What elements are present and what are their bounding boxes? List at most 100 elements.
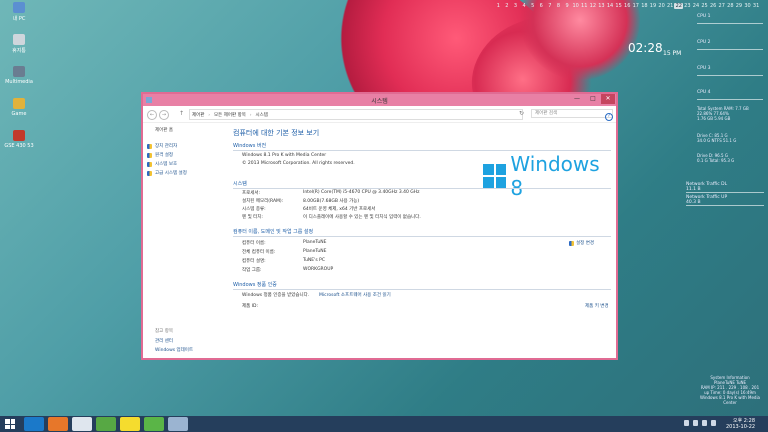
taskbar-green-app-icon[interactable] [144, 417, 164, 431]
change-settings-link[interactable]: 설정 변경 [569, 240, 594, 246]
computer-value: TuNE's PC [303, 258, 325, 263]
calendar-day: 9 [565, 3, 569, 9]
task-system-protection[interactable]: 시스템 보호 [147, 161, 177, 167]
shield-icon [147, 152, 152, 158]
task-advanced-settings[interactable]: 고급 시스템 설정 [147, 170, 187, 176]
folder-icon [13, 66, 25, 77]
breadcrumb-item[interactable]: 시스템 [255, 112, 267, 118]
desktop-icon-recycle-bin[interactable]: 휴지통 [3, 34, 35, 54]
desktop-icon-my-pc[interactable]: 내 PC [3, 2, 35, 22]
control-panel-home-link[interactable]: 제어판 홈 [155, 127, 173, 133]
left-pane: 제어판 홈 장치 관리자 원격 설정 시스템 보호 고급 시스템 설정 참고 항… [143, 122, 223, 358]
network-upload-gadget: Network Traffic UP 40.3 B [686, 195, 764, 206]
calendar-day: 17 [632, 3, 639, 9]
task-device-manager[interactable]: 장치 관리자 [147, 143, 177, 149]
calendar-day: 30 [744, 3, 751, 9]
search-input[interactable]: 제어판 검색 [531, 109, 613, 118]
clock-time: 02:28 [628, 41, 663, 55]
tray-arrow-icon[interactable] [684, 420, 689, 426]
window-title: 시스템 [371, 98, 388, 105]
computer-value: PlaneTuNE [303, 240, 327, 245]
license-terms-link[interactable]: Microsoft 소프트웨어 사용 조건 읽기 [319, 292, 391, 298]
calendar-day: 10 [572, 3, 579, 9]
desktop-icon-gse[interactable]: GSE 430 53 [3, 130, 35, 149]
calendar-day: 18 [641, 3, 648, 9]
calendar-day: 23 [684, 3, 691, 9]
computer-label: 전체 컴퓨터 이름: [242, 250, 276, 255]
up-arrow-icon[interactable]: ↑ [179, 110, 184, 117]
taskbar-firefox-icon[interactable] [48, 417, 68, 431]
windows-update-link[interactable]: Windows 업데이트 [155, 347, 193, 353]
product-id-label: 제품 ID: [242, 304, 259, 309]
computer-label: 컴퓨터 이름: [242, 241, 266, 246]
calendar-day: 5 [531, 3, 535, 9]
system-value: 8.00GB(7.68GB 사용 가능) [303, 199, 360, 204]
tray-flag-icon[interactable] [711, 420, 716, 426]
calendar-day: 1 [496, 3, 500, 9]
help-icon[interactable]: ? [605, 113, 613, 121]
calendar-day: 24 [692, 3, 700, 9]
taskbar-alien-icon[interactable] [72, 417, 92, 431]
chevron-right-icon: › [249, 112, 252, 117]
calendar-day: 28 [727, 3, 734, 9]
calendar-day: 31 [752, 3, 760, 9]
tray-network-icon[interactable] [693, 420, 698, 426]
calendar-day: 4 [522, 3, 526, 9]
cpu-meter: CPU 1 [697, 14, 763, 24]
activation-status: Windows 정품 인증을 받았습니다. [242, 293, 310, 298]
section-edition: Windows 버전 [233, 142, 611, 151]
taskbar-clock-date[interactable]: 2013-10-22 [726, 424, 755, 430]
taskbar-explorer-icon[interactable] [168, 417, 188, 431]
breadcrumb-item[interactable]: 모든 제어판 항목 [214, 112, 246, 118]
taskbar-clock-time[interactable]: 오후 2:28 [733, 417, 755, 424]
cpu-meter: CPU 2 [697, 40, 763, 50]
breadcrumb[interactable]: 제어판 › 모든 제어판 항목 › 시스템 [189, 109, 523, 120]
title-bar[interactable]: 시스템 — □ ✕ [143, 94, 616, 106]
cpu-meter: CPU 3 [697, 66, 763, 76]
computer-value: PlaneTuNE [303, 249, 327, 254]
task-label: 시스템 보호 [155, 162, 178, 167]
drive-d-gadget: Drive D: 96.5 G 0.1 G Total: 95.3 G [697, 153, 763, 163]
refresh-icon[interactable]: ↻ [519, 110, 524, 117]
change-settings-label: 설정 변경 [576, 241, 594, 246]
computer-label: 작업 그룹: [242, 268, 262, 273]
tray-volume-icon[interactable] [702, 420, 707, 426]
maximize-button[interactable]: □ [586, 94, 600, 104]
section-computer-name: 컴퓨터 이름, 도메인 및 작업 그룹 설정 [233, 228, 611, 237]
taskbar-ie-icon[interactable] [24, 417, 44, 431]
action-center-link[interactable]: 관리 센터 [155, 338, 173, 344]
windows-logo: Windows 8 [483, 152, 616, 200]
start-button[interactable] [5, 419, 15, 429]
calendar-day: 6 [539, 3, 543, 9]
chevron-right-icon: › [208, 112, 211, 117]
app-icon [13, 130, 25, 141]
close-button[interactable]: ✕ [601, 94, 615, 104]
desktop-icon-game[interactable]: Game [3, 98, 35, 117]
calendar-day: 8 [556, 3, 561, 9]
computer-label: 컴퓨터 설명: [242, 259, 266, 264]
calendar-day: 11 [581, 3, 588, 9]
main-content: 컴퓨터에 대한 기본 정보 보기 Windows 버전 Windows 8.1 … [233, 122, 616, 358]
calendar-day: 29 [735, 3, 743, 9]
task-remote-settings[interactable]: 원격 설정 [147, 152, 173, 158]
desktop-icon-label: 내 PC [12, 16, 26, 22]
shield-icon [147, 143, 152, 149]
taskbar-kakaotalk-icon[interactable] [120, 417, 140, 431]
computer-icon [13, 2, 25, 13]
system-window: 시스템 — □ ✕ ← → ↑ 제어판 › 모든 제어판 항목 › 시스템 ↻ … [141, 92, 618, 360]
calendar-day: 22 [674, 3, 684, 9]
desktop-icon-label: GSE 430 53 [4, 143, 34, 149]
forward-arrow-icon[interactable]: → [159, 110, 169, 120]
memory-gadget: Total System RAM: 7.7 GB 22.86% 77.64% 1… [697, 106, 763, 121]
minimize-button[interactable]: — [570, 94, 584, 104]
change-product-key-link[interactable]: 제품 키 변경 [585, 303, 609, 309]
page-title: 컴퓨터에 대한 기본 정보 보기 [233, 129, 320, 137]
system-info-gadget: System Information PlaneTuNE TuNE RAM IP… [695, 375, 765, 405]
breadcrumb-item[interactable]: 제어판 [192, 112, 204, 118]
shield-icon [147, 161, 152, 167]
back-arrow-icon[interactable]: ← [147, 110, 157, 120]
taskbar-utorrent-icon[interactable] [96, 417, 116, 431]
desktop-icon-multimedia[interactable]: Multimedia [3, 66, 35, 85]
calendar-day: 14 [606, 3, 614, 9]
clock-ampm: 15 PM [663, 50, 682, 57]
